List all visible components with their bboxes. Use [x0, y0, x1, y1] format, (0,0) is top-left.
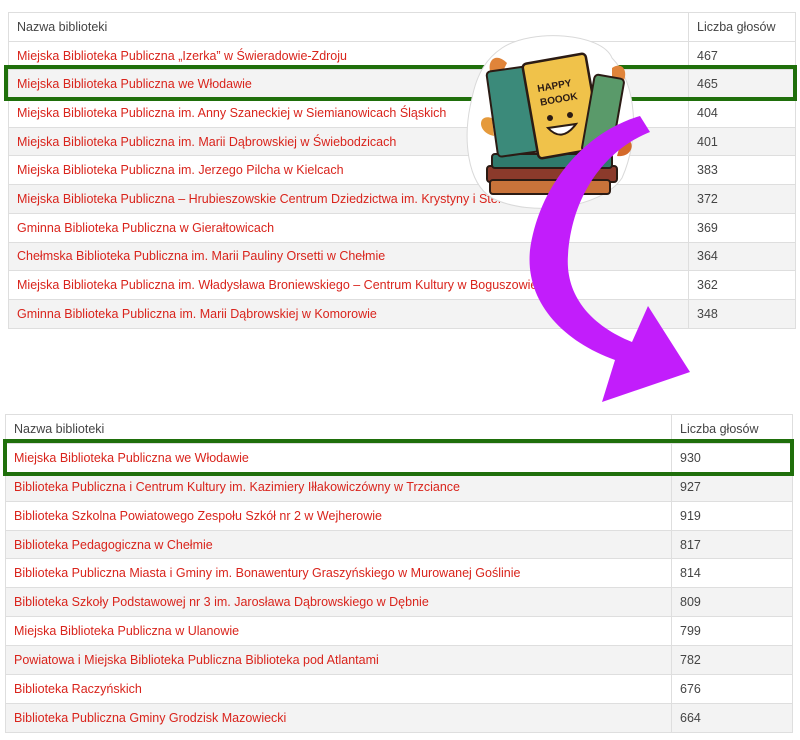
library-link[interactable]: Gminna Biblioteka Publiczna im. Marii Dą…: [17, 307, 377, 321]
library-name-cell: Biblioteka Publiczna Gminy Grodzisk Mazo…: [5, 702, 672, 733]
votes-cell: 676: [671, 674, 793, 704]
table-row: Miejska Biblioteka Publiczna „Izerka” w …: [8, 40, 796, 71]
library-link[interactable]: Powiatowa i Miejska Biblioteka Publiczna…: [14, 653, 379, 667]
library-link[interactable]: Chełmska Biblioteka Publiczna im. Marii …: [17, 249, 385, 263]
library-name-cell: Biblioteka Publiczna Miasta i Gminy im. …: [5, 558, 672, 589]
ranking-table-after: Nazwa biblioteki Liczba głosów Miejska B…: [5, 414, 793, 733]
table-row: Miejska Biblioteka Publiczna we Włodawie…: [5, 442, 793, 473]
library-name-cell: Biblioteka Pedagogiczna w Chełmie: [5, 529, 672, 560]
library-name-cell: Powiatowa i Miejska Biblioteka Publiczna…: [5, 645, 672, 676]
library-link[interactable]: Miejska Biblioteka Publiczna w Ulanowie: [14, 624, 239, 638]
library-name-cell: Biblioteka Szkoły Podstawowej nr 3 im. J…: [5, 587, 672, 618]
votes-cell: 664: [671, 702, 793, 733]
column-header-votes: Liczba głosów: [688, 12, 796, 42]
table-row: Biblioteka Szkolna Powiatowego Zespołu S…: [5, 500, 793, 531]
votes-cell: 814: [671, 558, 793, 589]
table-row: Biblioteka Raczyńskich 676: [5, 674, 793, 704]
votes-cell: 782: [671, 645, 793, 676]
votes-cell: 809: [671, 587, 793, 618]
library-link[interactable]: Miejska Biblioteka Publiczna we Włodawie: [17, 77, 252, 91]
library-link[interactable]: Miejska Biblioteka Publiczna im. Władysł…: [17, 278, 558, 292]
arrow-icon: [529, 116, 690, 402]
library-link[interactable]: Miejska Biblioteka Publiczna „Izerka” w …: [17, 49, 347, 63]
library-name-cell: Biblioteka Publiczna i Centrum Kultury i…: [5, 471, 672, 502]
table-row: Biblioteka Publiczna i Centrum Kultury i…: [5, 471, 793, 502]
library-link[interactable]: Miejska Biblioteka Publiczna im. Jerzego…: [17, 163, 344, 177]
library-name-cell: Biblioteka Szkolna Powiatowego Zespołu S…: [5, 500, 672, 531]
table-header-row: Nazwa biblioteki Liczba głosów: [8, 12, 796, 42]
library-link[interactable]: Biblioteka Raczyńskich: [14, 682, 142, 696]
votes-cell: 817: [671, 529, 793, 560]
library-link[interactable]: Miejska Biblioteka Publiczna im. Marii D…: [17, 135, 396, 149]
votes-cell: 467: [688, 40, 796, 71]
library-link[interactable]: Biblioteka Publiczna Miasta i Gminy im. …: [14, 566, 520, 580]
table-row: Biblioteka Publiczna Miasta i Gminy im. …: [5, 558, 793, 589]
library-link[interactable]: Miejska Biblioteka Publiczna im. Anny Sz…: [17, 106, 446, 120]
library-link[interactable]: Biblioteka Pedagogiczna w Chełmie: [14, 538, 213, 552]
table-row: Biblioteka Szkoły Podstawowej nr 3 im. J…: [5, 587, 793, 618]
library-link[interactable]: Miejska Biblioteka Publiczna – Hrubieszo…: [17, 192, 522, 206]
library-link[interactable]: Biblioteka Publiczna Gminy Grodzisk Mazo…: [14, 711, 286, 725]
votes-cell: 930: [671, 442, 793, 473]
table-row: Biblioteka Publiczna Gminy Grodzisk Mazo…: [5, 702, 793, 733]
votes-cell: 919: [671, 500, 793, 531]
library-link[interactable]: Miejska Biblioteka Publiczna we Włodawie: [14, 451, 249, 465]
library-link[interactable]: Biblioteka Publiczna i Centrum Kultury i…: [14, 480, 460, 494]
table-row: Miejska Biblioteka Publiczna we Włodawie…: [8, 69, 796, 100]
table-row: Biblioteka Pedagogiczna w Chełmie 817: [5, 529, 793, 560]
votes-cell: 799: [671, 616, 793, 647]
library-link[interactable]: Biblioteka Szkolna Powiatowego Zespołu S…: [14, 509, 382, 523]
library-name-cell: Miejska Biblioteka Publiczna w Ulanowie: [5, 616, 672, 647]
votes-cell: 465: [688, 69, 796, 100]
library-name-cell: Miejska Biblioteka Publiczna we Włodawie: [5, 442, 672, 473]
table-row: Powiatowa i Miejska Biblioteka Publiczna…: [5, 645, 793, 676]
library-name-cell: Biblioteka Raczyńskich: [5, 674, 672, 704]
library-link[interactable]: Biblioteka Szkoły Podstawowej nr 3 im. J…: [14, 595, 429, 609]
table-row: Miejska Biblioteka Publiczna w Ulanowie 7…: [5, 616, 793, 647]
votes-cell: 927: [671, 471, 793, 502]
library-link[interactable]: Gminna Biblioteka Publiczna w Gierałtowi…: [17, 221, 274, 235]
